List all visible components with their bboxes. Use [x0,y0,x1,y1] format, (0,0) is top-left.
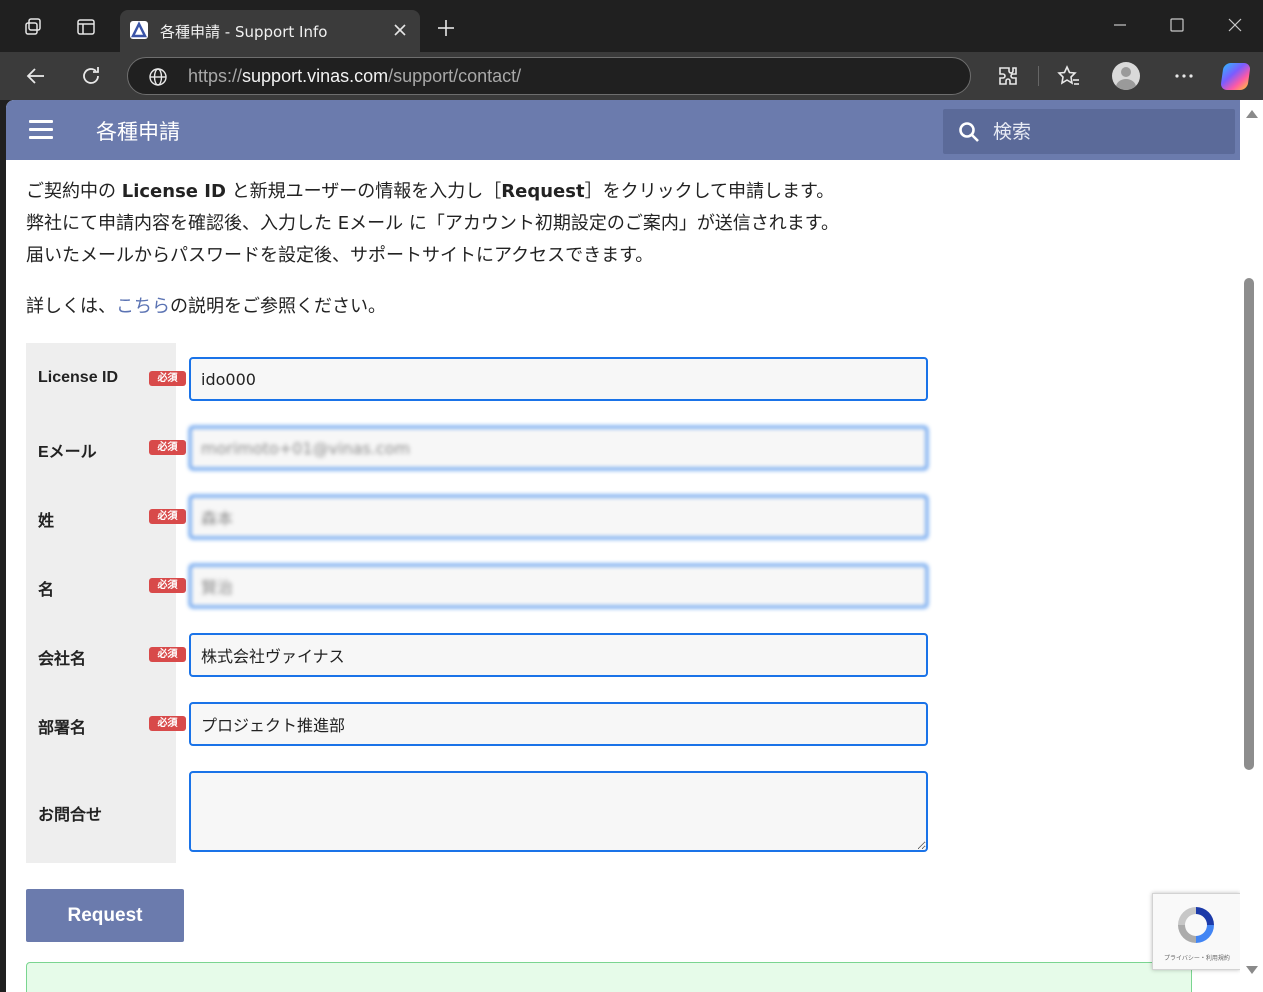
toolbar-separator [1038,66,1039,86]
last-name-label: 姓 [38,513,55,530]
required-badge: 必須 [149,371,186,386]
recaptcha-icon [1178,907,1214,943]
company-label: 会社名 [38,651,87,668]
url-text[interactable]: https://support.vinas.com/support/contac… [188,66,521,87]
tab-active[interactable]: 各種申請 - Support Info [120,10,420,52]
menu-icon[interactable] [29,120,53,140]
profile-avatar[interactable] [1112,62,1140,90]
intro-text: ご契約中の License ID と新規ユーザーの情報を入力し［Request］… [26,176,839,272]
new-tab-icon[interactable] [436,18,456,38]
last-name-field[interactable] [189,495,928,539]
department-field[interactable] [189,702,928,746]
page-title: 各種申請 [96,120,180,144]
required-badge: 必須 [149,578,186,593]
tab-title: 各種申請 - Support Info [160,23,328,41]
first-name-field[interactable] [189,564,928,608]
search-input[interactable] [993,115,1223,148]
details-link[interactable]: こちら [116,296,170,317]
inquiry-label: お問合せ [38,807,103,824]
copilot-icon[interactable] [1220,63,1251,90]
intro-line-1: ご契約中の License ID と新規ユーザーの情報を入力し［Request］… [26,181,835,202]
intro-line-3: 届いたメールからパスワードを設定後、サポートサイトにアクセスできます。 [26,245,654,266]
page-viewport: 各種申請 ご契約中の License ID と新規ユーザーの情報を入力し［Req… [6,100,1240,992]
request-button[interactable]: Request [26,889,184,942]
page-scrollbar[interactable] [1240,100,1263,992]
maximize-icon[interactable] [1168,16,1186,34]
department-label: 部署名 [38,720,87,737]
more-options-icon[interactable] [1172,64,1196,88]
search-box[interactable] [943,109,1235,154]
email-field[interactable] [189,426,928,470]
tab-actions-icon[interactable] [76,17,96,37]
close-tab-icon[interactable] [392,22,408,38]
detail-text: 詳しくは、こちらの説明をご参照ください。 [26,296,386,317]
intro-line-2: 弊社にて申請内容を確認後、入力した Eメール に「アカウント初期設定のご案内」が… [26,213,840,234]
email-label: Eメール [38,444,97,461]
required-badge: 必須 [149,716,186,731]
scroll-down-icon[interactable] [1246,966,1258,974]
favorites-icon[interactable] [1057,64,1081,88]
address-bar[interactable]: https://support.vinas.com/support/contac… [127,57,971,95]
license-id-label: License ID [38,369,119,386]
minimize-icon[interactable] [1111,16,1129,34]
required-badge: 必須 [149,647,186,662]
refresh-icon[interactable] [79,64,103,88]
recaptcha-badge[interactable]: プライバシー・利用規約 [1152,893,1240,970]
required-badge: 必須 [149,509,186,524]
scrollbar-thumb[interactable] [1244,278,1254,770]
browser-toolbar: https://support.vinas.com/support/contac… [0,52,1263,100]
tab-bar: 各種申請 - Support Info [0,0,1263,52]
site-header: 各種申請 [6,100,1240,160]
recaptcha-text[interactable]: プライバシー・利用規約 [1153,953,1240,962]
extensions-icon[interactable] [996,64,1020,88]
form-label-panel: License ID 必須 Eメール 必須 姓 必須 名 必須 会社名 必須 部… [26,343,186,863]
required-badge: 必須 [149,440,186,455]
notice-box [26,962,1192,992]
first-name-label: 名 [38,582,55,599]
back-icon[interactable] [24,64,48,88]
workspaces-icon[interactable] [23,17,43,37]
globe-icon [149,68,167,86]
site-favicon-icon [130,21,148,39]
license-id-field[interactable] [189,357,928,401]
inquiry-textarea[interactable] [189,771,928,852]
close-window-icon[interactable] [1226,16,1244,34]
scroll-up-icon[interactable] [1246,110,1258,118]
company-field[interactable] [189,633,928,677]
search-icon[interactable] [957,120,981,144]
